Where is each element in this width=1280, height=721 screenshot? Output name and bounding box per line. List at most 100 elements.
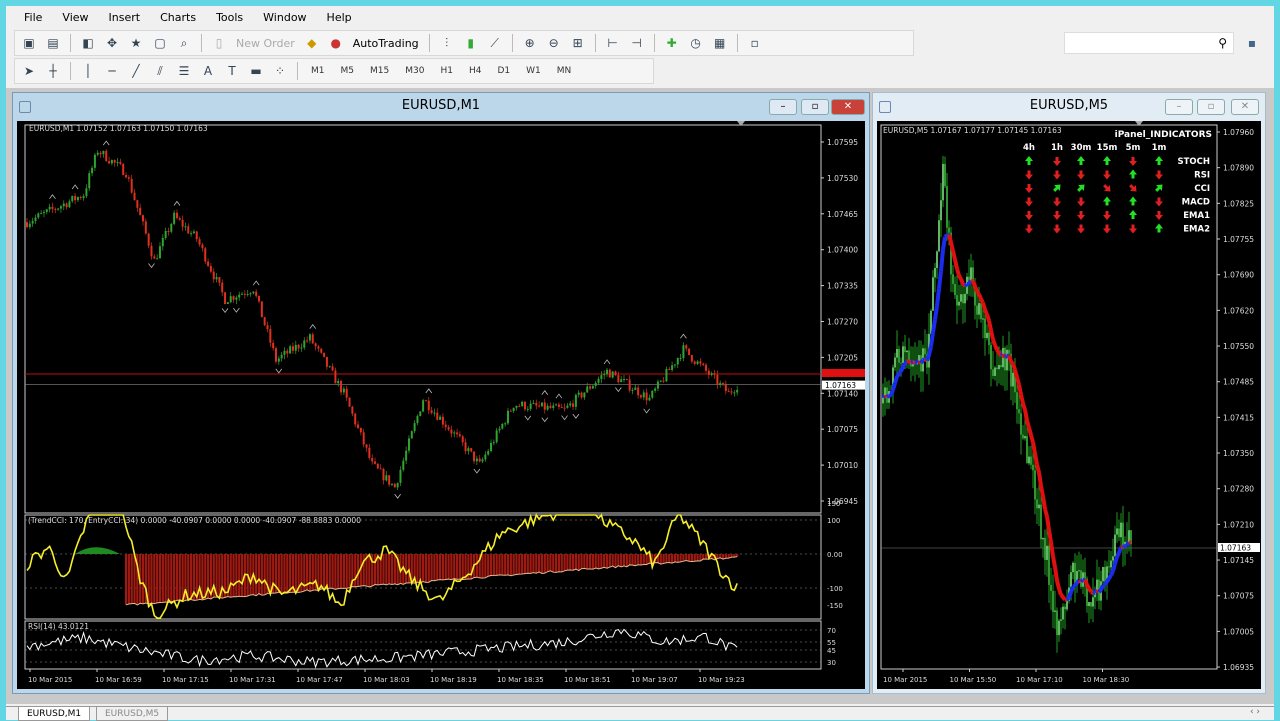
timeframe-m15[interactable]: M15 bbox=[364, 66, 395, 76]
tab-scroll-arrows[interactable]: ‹ › bbox=[1250, 707, 1260, 717]
time-label: 10 Mar 17:10 bbox=[1016, 676, 1063, 684]
maximize-button[interactable]: ▫ bbox=[1197, 99, 1225, 115]
trendline-icon[interactable]: ╱ bbox=[126, 61, 146, 81]
new-chart-icon[interactable]: ▣ bbox=[19, 33, 39, 53]
timeframe-h1[interactable]: H1 bbox=[434, 66, 459, 76]
search-icon[interactable]: ⚲ bbox=[1218, 36, 1227, 50]
timeframe-h4[interactable]: H4 bbox=[463, 66, 488, 76]
close-button[interactable]: ✕ bbox=[1231, 99, 1259, 115]
market-watch-icon[interactable]: ◧ bbox=[78, 33, 98, 53]
data-window-icon[interactable]: ✥ bbox=[102, 33, 122, 53]
trend-ma-segment bbox=[1059, 589, 1061, 595]
terminal-icon[interactable]: ▢ bbox=[150, 33, 170, 53]
community-icon[interactable]: ▪ bbox=[1242, 33, 1262, 53]
search-input[interactable]: ⚲ bbox=[1064, 32, 1234, 54]
autotrading-icon[interactable]: ● bbox=[326, 33, 346, 53]
line-chart-icon[interactable]: ⟋ bbox=[485, 33, 505, 53]
bar-chart-icon[interactable]: ⫶ bbox=[437, 33, 457, 53]
metaeditor-icon[interactable]: ◆ bbox=[302, 33, 322, 53]
eurusd-m5-chart[interactable]: 1.079601.078901.078251.077551.076901.076… bbox=[877, 121, 1261, 689]
trend-ma-segment bbox=[1109, 575, 1111, 579]
trend-ma-segment bbox=[1033, 442, 1035, 453]
candle bbox=[68, 201, 70, 207]
window-title: EURUSD,M1 bbox=[13, 95, 869, 117]
text-icon[interactable]: A bbox=[198, 61, 218, 81]
candle bbox=[94, 155, 96, 168]
candle bbox=[493, 442, 495, 443]
eurusd-m1-chart[interactable]: 1.075951.075301.074651.074001.073351.072… bbox=[17, 121, 865, 689]
candle bbox=[453, 432, 455, 433]
trend-ma-segment bbox=[927, 355, 929, 360]
menu-tools[interactable]: Tools bbox=[206, 11, 253, 24]
timeframe-m1[interactable]: M1 bbox=[305, 66, 331, 76]
candle bbox=[532, 403, 534, 404]
timeframe-mn[interactable]: MN bbox=[551, 66, 578, 76]
tab-eurusd-m1[interactable]: EURUSD,M1 bbox=[18, 707, 90, 721]
profiles-icon[interactable]: ▤ bbox=[43, 33, 63, 53]
new-order-icon[interactable]: ▯ bbox=[209, 33, 229, 53]
menu-help[interactable]: Help bbox=[317, 11, 362, 24]
menu-insert[interactable]: Insert bbox=[99, 11, 151, 24]
candle bbox=[595, 383, 597, 386]
chart-shift-icon[interactable]: ⊣ bbox=[627, 33, 647, 53]
menu-file[interactable]: File bbox=[14, 11, 52, 24]
timeframe-m30[interactable]: M30 bbox=[399, 66, 430, 76]
fibonacci-icon[interactable]: ☰ bbox=[174, 61, 194, 81]
zoom-out-icon[interactable]: ⊖ bbox=[544, 33, 564, 53]
chart-window-eurusd-m5[interactable]: EURUSD,M5 – ▫ ✕ 1.079601.078901.078251.0… bbox=[872, 92, 1266, 694]
candle bbox=[538, 406, 540, 407]
cursor-icon[interactable]: ➤ bbox=[19, 61, 39, 81]
candle bbox=[691, 355, 693, 362]
chart-tabs: EURUSD,M1 EURUSD,M5 ‹ › bbox=[6, 706, 1274, 720]
tester-icon[interactable]: ⌕ bbox=[174, 33, 194, 53]
timeframe-d1[interactable]: D1 bbox=[491, 66, 516, 76]
timeframe-m5[interactable]: M5 bbox=[335, 66, 361, 76]
tile-windows-icon[interactable]: ⊞ bbox=[568, 33, 588, 53]
maximize-button[interactable]: ▫ bbox=[801, 99, 829, 115]
arrows-icon[interactable]: ▬ bbox=[246, 61, 266, 81]
candle bbox=[558, 404, 560, 406]
panel-row-label: STOCH bbox=[1178, 157, 1211, 167]
candle bbox=[436, 413, 438, 420]
candle bbox=[71, 196, 73, 201]
autoscroll-icon[interactable]: ⊢ bbox=[603, 33, 623, 53]
bar bbox=[934, 268, 936, 277]
trend-ma-segment bbox=[975, 286, 977, 292]
close-button[interactable]: ✕ bbox=[831, 99, 865, 115]
indicators-icon[interactable]: ✚ bbox=[662, 33, 682, 53]
templates-icon[interactable]: ▦ bbox=[710, 33, 730, 53]
trend-ma-segment bbox=[1041, 486, 1043, 496]
candle bbox=[414, 423, 416, 431]
equidistant-channel-icon[interactable]: ⫽ bbox=[150, 61, 170, 81]
candle bbox=[60, 206, 62, 208]
menu-charts[interactable]: Charts bbox=[150, 11, 206, 24]
trend-ma-segment bbox=[1113, 564, 1115, 571]
trend-ma-segment bbox=[1115, 557, 1117, 564]
trend-ma-segment bbox=[953, 251, 955, 260]
tab-eurusd-m5[interactable]: EURUSD,M5 bbox=[96, 707, 168, 721]
trend-ma-segment bbox=[959, 275, 961, 279]
horizontal-line-icon[interactable]: ─ bbox=[102, 61, 122, 81]
text-label-icon[interactable]: T bbox=[222, 61, 242, 81]
bar bbox=[992, 369, 994, 376]
navigator-icon[interactable]: ★ bbox=[126, 33, 146, 53]
options-icon[interactable]: ▫ bbox=[745, 33, 765, 53]
price-label: 1.07755 bbox=[1223, 235, 1254, 244]
minimize-button[interactable]: – bbox=[1165, 99, 1193, 115]
timeframe-w1[interactable]: W1 bbox=[520, 66, 547, 76]
periods-icon[interactable]: ◷ bbox=[686, 33, 706, 53]
candlestick-icon[interactable]: ▮ bbox=[461, 33, 481, 53]
minimize-button[interactable]: – bbox=[769, 99, 797, 115]
crosshair-icon[interactable]: ┼ bbox=[43, 61, 63, 81]
trend-ma-segment bbox=[899, 372, 901, 374]
menu-view[interactable]: View bbox=[52, 11, 98, 24]
candle bbox=[261, 301, 263, 317]
zoom-in-icon[interactable]: ⊕ bbox=[520, 33, 540, 53]
chart-window-eurusd-m1[interactable]: EURUSD,M1 – ▫ ✕ 1.075951.075301.074651.0… bbox=[12, 92, 870, 694]
vertical-line-icon[interactable]: │ bbox=[78, 61, 98, 81]
shapes-icon[interactable]: ⁘ bbox=[270, 61, 290, 81]
trend-ma-segment bbox=[1047, 516, 1049, 530]
menu-window[interactable]: Window bbox=[253, 11, 316, 24]
new-order-button[interactable]: New Order bbox=[233, 37, 298, 50]
autotrading-button[interactable]: AutoTrading bbox=[350, 37, 422, 50]
